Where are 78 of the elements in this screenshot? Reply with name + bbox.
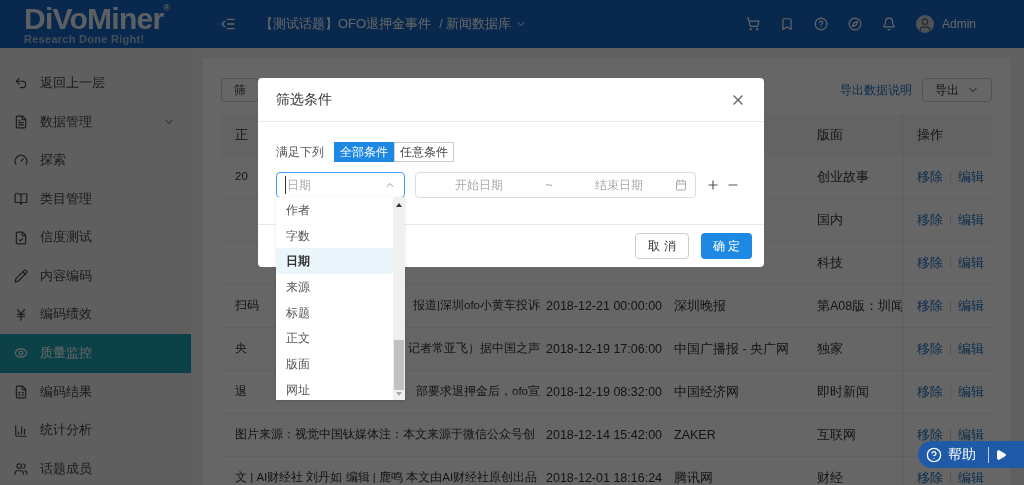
sidebar-item[interactable]: 质量监控	[0, 334, 191, 373]
start-date-placeholder: 开始日期	[454, 177, 504, 194]
sidebar-item[interactable]: 信度测试	[0, 218, 191, 257]
match-label: 满足下列	[276, 144, 324, 161]
action-link[interactable]: 编辑	[958, 296, 984, 316]
table-cell-text: 中国经济网	[674, 383, 740, 401]
action-link[interactable]: 移除	[917, 382, 943, 402]
confirm-button[interactable]: 确 定	[700, 233, 752, 259]
dropdown-option[interactable]: 正文	[276, 325, 393, 352]
table-cell-text: 2018-12-19 08:32:00	[546, 383, 664, 401]
action-link[interactable]: 移除	[917, 253, 943, 273]
action-link[interactable]: 移除	[917, 468, 943, 485]
end-date-placeholder: 结束日期	[594, 177, 644, 194]
table-cell-text: 即时新闻	[816, 383, 870, 401]
logo: DiVoMiner	[24, 3, 164, 34]
match-option[interactable]: 全部条件	[334, 142, 394, 162]
user-name[interactable]: Admin	[942, 15, 976, 33]
sidebar-item[interactable]: 探索	[0, 141, 191, 180]
dropdown-option[interactable]: 网址	[276, 376, 393, 403]
table-cell-text: 深圳晚报	[674, 297, 727, 315]
table-cell-text: 中国广播报 - 央广网	[674, 340, 791, 358]
table-cell-text: 2018-12-14 15:42:00	[546, 426, 664, 444]
column-header: 正	[234, 126, 249, 144]
action-link[interactable]: 编辑	[958, 468, 984, 485]
cancel-button[interactable]: 取 消	[635, 233, 689, 259]
table-cell-text: 创业故事	[816, 168, 870, 186]
date-range-field[interactable]: 开始日期 ~ 结束日期	[415, 172, 696, 198]
action-link[interactable]: 移除	[917, 210, 943, 230]
help-button[interactable]: 帮助	[918, 441, 1024, 468]
column-header: 版面	[816, 126, 844, 144]
table-cell-text: 2018-12-01 18:16:24	[546, 469, 664, 485]
sidebar-item[interactable]: 统计分析	[0, 411, 191, 450]
table-cell-text: 腾讯网	[674, 469, 714, 485]
table-cell-text: ZAKER	[674, 426, 717, 444]
action-link[interactable]: 编辑	[958, 167, 984, 187]
table-cell-text: 央	[235, 341, 247, 357]
dropdown-option[interactable]: 字数	[276, 222, 393, 249]
dialog-title: 筛选条件	[276, 90, 332, 109]
sidebar-item[interactable]: 内容编码	[0, 256, 191, 296]
table-cell-text: 财经	[816, 469, 844, 485]
breadcrumb-item[interactable]: / 新闻数据库	[439, 14, 512, 34]
registered-mark: ®	[163, 3, 170, 13]
table-cell-text: 报道|深圳ofo小黄车投诉	[413, 298, 540, 314]
sidebar-item[interactable]: 类目管理	[0, 179, 191, 219]
action-link[interactable]: 移除	[917, 296, 943, 316]
action-link[interactable]: 移除	[917, 167, 943, 187]
table-cell-text: 2018-12-19 17:06:00	[546, 340, 664, 358]
table-cell-text: 科技	[816, 254, 844, 272]
table-cell-text: 部要求退押金后，ofo宣	[416, 384, 540, 400]
table-cell-text: 20	[235, 169, 248, 185]
export-button[interactable]: 导出	[922, 78, 992, 102]
tagline: Research Done Right!	[24, 33, 146, 45]
match-option[interactable]: 任意条件	[394, 142, 454, 162]
dropdown-option[interactable]: 日期	[276, 248, 393, 275]
dropdown-option[interactable]: 版面	[276, 351, 393, 377]
action-link[interactable]: 编辑	[958, 253, 984, 273]
table-cell-text: 记者常亚飞）据中国之声	[408, 341, 540, 357]
table-cell-text: 扫码	[235, 298, 259, 314]
table-cell-text: 退	[235, 384, 247, 400]
sidebar-item[interactable]: 数据管理	[0, 102, 191, 142]
range-separator: ~	[544, 177, 554, 194]
column-header: 操作	[902, 114, 992, 156]
dropdown-option[interactable]: 来源	[276, 274, 393, 300]
action-link[interactable]: 编辑	[958, 210, 984, 230]
action-link[interactable]: 移除	[917, 339, 943, 359]
action-link[interactable]: 编辑	[958, 382, 984, 402]
table-cell-text: 国内	[816, 211, 844, 229]
table-cell-text: 互联网	[816, 426, 857, 444]
dropdown-option[interactable]: 作者	[276, 197, 393, 223]
breadcrumb[interactable]: 【测试话题】OFO退押金事件	[260, 14, 432, 34]
table-cell-text: 文 | AI财经社 刘丹如 编辑 | 鹿鸣 本文由AI财经社原创出品	[235, 470, 538, 485]
table-cell-text: 2018-12-21 00:00:00	[546, 297, 664, 315]
sidebar-item[interactable]: 话题成员	[0, 449, 191, 485]
dropdown-option[interactable]: 标题	[276, 299, 393, 326]
table-cell-text: 图片来源：视觉中国钛媒体注：本文来源于微信公众号创	[235, 427, 535, 443]
table-cell-text: 独家	[816, 340, 844, 358]
action-link[interactable]: 编辑	[958, 339, 984, 359]
export-help-link[interactable]: 导出数据说明	[840, 81, 912, 99]
